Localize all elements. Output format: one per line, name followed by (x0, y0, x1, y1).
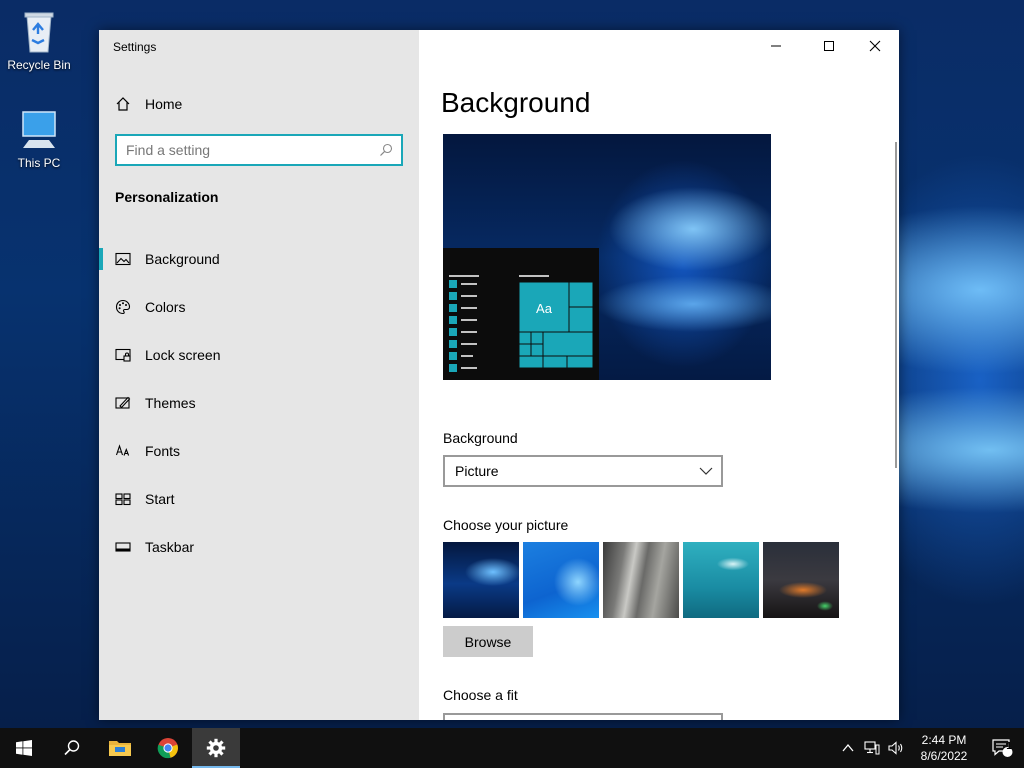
taskbar-icon (115, 542, 131, 552)
chevron-down-icon (699, 467, 713, 475)
close-icon (869, 40, 881, 52)
search-box[interactable] (115, 134, 403, 166)
sidebar-item-colors[interactable]: Colors (99, 283, 419, 331)
sidebar-item-label: Colors (145, 299, 186, 315)
desktop-icon-label: Recycle Bin (7, 58, 71, 72)
themes-icon (115, 396, 131, 409)
clock-date: 8/6/2022 (920, 749, 968, 763)
settings-window: Settings Home Personalization Background (99, 30, 899, 720)
network-button[interactable] (860, 728, 884, 768)
desktop-icon-this-pc[interactable]: This PC (1, 108, 77, 170)
notification-count: 1 (1006, 741, 1012, 752)
minimize-button[interactable] (753, 30, 799, 62)
sidebar-nav: Background Colors Lock screen Themes Fon… (99, 235, 419, 571)
chrome-button[interactable] (144, 728, 192, 768)
sidebar-item-label: Background (145, 251, 220, 267)
sidebar-item-background[interactable]: Background (99, 235, 419, 283)
home-label: Home (145, 96, 183, 112)
sidebar-item-taskbar[interactable]: Taskbar (99, 523, 419, 571)
scrollbar-thumb[interactable] (895, 142, 897, 468)
sidebar-item-label: Start (145, 491, 175, 507)
sidebar: Settings Home Personalization Background (99, 30, 419, 720)
chrome-icon (157, 738, 178, 759)
background-preview: Aa (443, 134, 771, 380)
chevron-up-icon (842, 743, 854, 752)
preview-start-menu: Aa (443, 248, 599, 380)
content-pane: Background Aa Background Picture Choose … (419, 30, 899, 720)
sidebar-item-fonts[interactable]: Fonts (99, 427, 419, 475)
sidebar-item-label: Taskbar (145, 539, 195, 555)
background-dropdown[interactable]: Picture (443, 455, 723, 487)
sidebar-item-themes[interactable]: Themes (99, 379, 419, 427)
picture-thumbnail-night-sky[interactable] (763, 542, 839, 618)
section-heading: Personalization (115, 189, 219, 205)
maximize-icon (824, 41, 834, 51)
gear-icon (206, 738, 226, 758)
preview-start-tiles: Aa (449, 275, 594, 372)
volume-button[interactable] (884, 728, 908, 768)
maximize-button[interactable] (806, 30, 852, 62)
background-dropdown-value: Picture (455, 463, 499, 479)
desktop-icon-label: This PC (17, 156, 61, 170)
clock-time: 2:44 PM (921, 733, 967, 747)
picture-thumbnail-windows-dark[interactable] (443, 542, 519, 618)
recycle-bin-icon (24, 12, 54, 53)
close-button[interactable] (852, 30, 898, 62)
sidebar-item-label: Fonts (145, 443, 181, 459)
minimize-icon (771, 45, 781, 47)
home-button[interactable]: Home (115, 94, 182, 114)
sidebar-item-label: Lock screen (145, 347, 221, 363)
search-input[interactable] (117, 136, 367, 164)
folder-icon (109, 741, 131, 756)
search-icon (64, 740, 80, 756)
choose-fit-label: Choose a fit (443, 687, 518, 703)
action-center-button[interactable]: 1 (980, 728, 1024, 768)
background-label: Background (443, 430, 518, 446)
app-title: Settings (113, 40, 157, 54)
sidebar-item-start[interactable]: Start (99, 475, 419, 523)
settings-taskbar-button[interactable] (192, 728, 240, 768)
picture-icon (115, 252, 131, 266)
fonts-icon (115, 444, 130, 456)
picture-thumbnail-windows-light[interactable] (523, 542, 599, 618)
sidebar-item-label: Themes (145, 395, 196, 411)
choose-picture-label: Choose your picture (443, 517, 569, 533)
desktop-icon-recycle-bin[interactable]: Recycle Bin (1, 8, 77, 72)
file-explorer-button[interactable] (96, 728, 144, 768)
speaker-icon (888, 741, 903, 755)
windows-logo-icon (16, 740, 32, 756)
browse-button[interactable]: Browse (443, 626, 533, 657)
picture-thumbnail-rock[interactable] (603, 542, 679, 618)
home-icon (116, 97, 130, 111)
show-hidden-icons-button[interactable] (836, 728, 860, 768)
search-icon[interactable] (379, 143, 393, 157)
preview-sample-text: Aa (536, 301, 553, 316)
lock-screen-icon (115, 348, 131, 362)
sidebar-item-lock-screen[interactable]: Lock screen (99, 331, 419, 379)
start-button[interactable] (0, 728, 48, 768)
network-icon (864, 741, 880, 755)
palette-icon (115, 299, 131, 315)
taskbar: 2:44 PM 8/6/2022 1 (0, 728, 1024, 768)
system-tray: 2:44 PM 8/6/2022 1 (836, 728, 1024, 768)
clock[interactable]: 2:44 PM 8/6/2022 (908, 732, 980, 764)
search-button[interactable] (48, 728, 96, 768)
fit-dropdown[interactable] (443, 713, 723, 720)
picture-thumbnails (443, 542, 839, 618)
picture-thumbnail-underwater[interactable] (683, 542, 759, 618)
computer-icon (22, 111, 56, 148)
start-icon (115, 493, 131, 506)
page-title: Background (441, 87, 591, 118)
